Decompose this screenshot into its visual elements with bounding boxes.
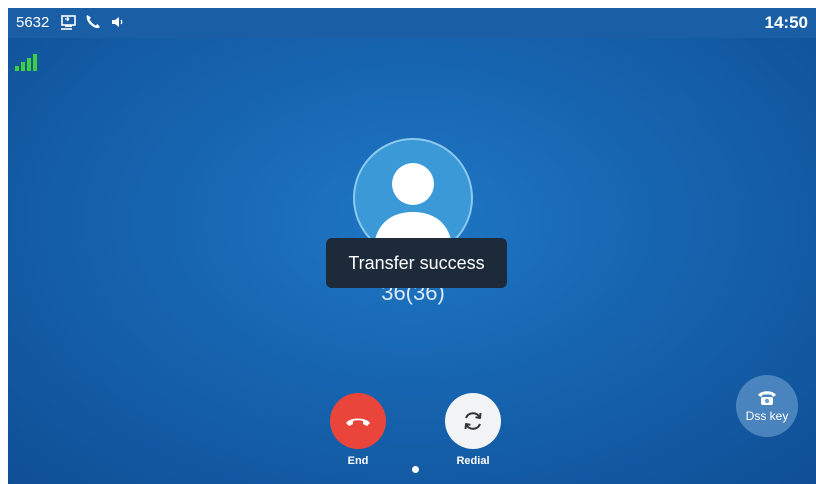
clock: 14:50 — [764, 13, 808, 32]
hang-up-icon — [346, 418, 370, 426]
call-screen: 5632 14:50 36(36) Transfer success End R… — [8, 8, 816, 484]
page-indicator-dot — [412, 466, 419, 473]
redial-icon — [464, 412, 482, 430]
end-call-button[interactable] — [330, 393, 386, 449]
redial-button[interactable] — [445, 393, 501, 449]
dss-key-button[interactable]: Dss key — [736, 375, 798, 437]
signal-icon — [15, 54, 37, 71]
telephone-icon — [758, 391, 776, 405]
redial-label: Redial — [456, 455, 490, 467]
end-label: End — [347, 455, 369, 467]
status-bar: 5632 14:50 — [8, 8, 816, 38]
transfer-status-icon — [61, 15, 76, 30]
transfer-toast: Transfer success — [326, 238, 507, 288]
dss-key-label: Dss key — [745, 409, 789, 423]
phone-icon — [86, 15, 100, 29]
extension-number: 5632 — [16, 14, 50, 31]
speaker-icon — [112, 17, 123, 27]
